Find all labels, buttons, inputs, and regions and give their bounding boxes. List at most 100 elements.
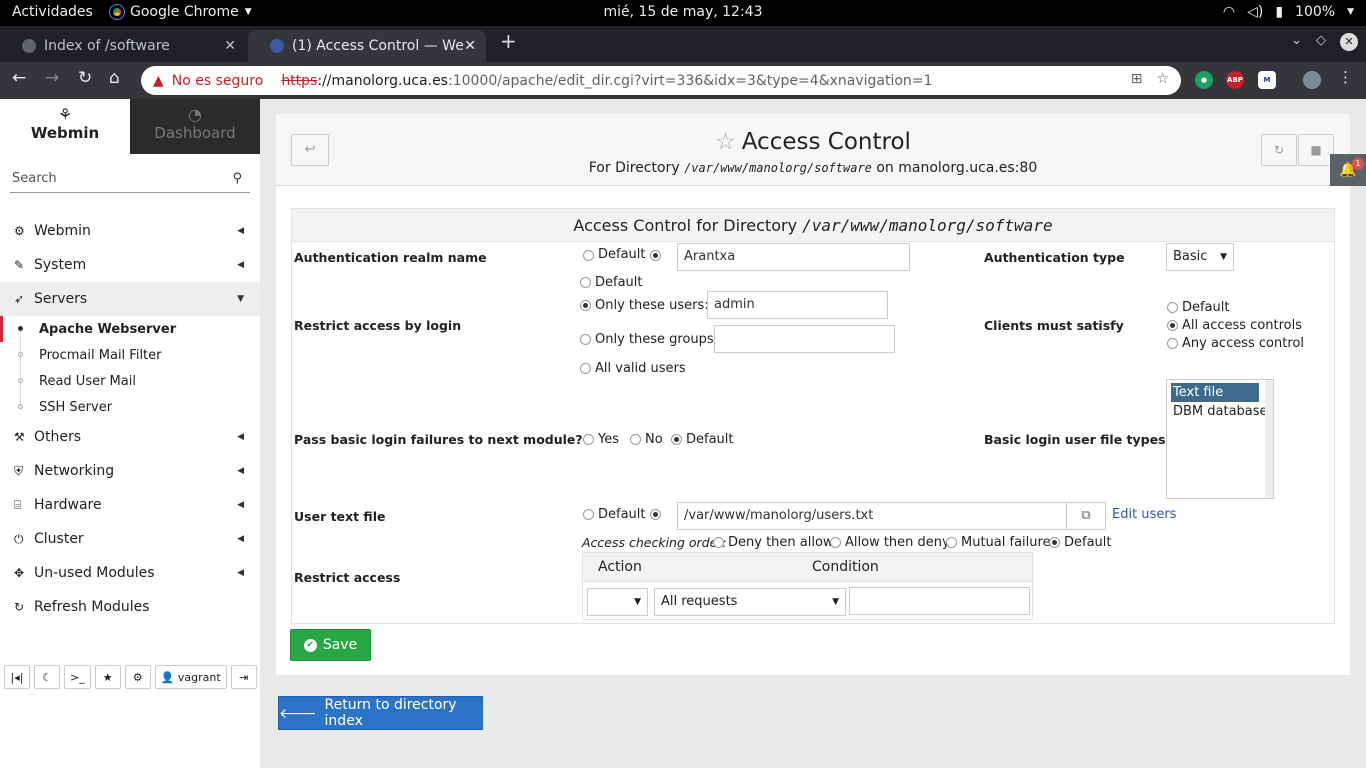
new-tab-button[interactable]: + — [500, 29, 517, 53]
col-condition: Condition — [812, 559, 879, 575]
caret-left-icon: ◀ — [237, 568, 244, 578]
groups-input[interactable] — [714, 325, 895, 353]
app-menu[interactable]: Google Chrome ▼ — [109, 4, 252, 20]
chevron-down-icon: ▼ — [244, 7, 252, 17]
sidebar-subitem-ssh[interactable]: SSH Server — [0, 394, 260, 420]
listbox-scrollbar[interactable] — [1265, 380, 1273, 498]
tab-webmin[interactable]: ⚘ Webmin — [0, 99, 130, 154]
login-default-radio[interactable] — [580, 277, 591, 288]
chevron-down-icon: ▼ — [1347, 7, 1354, 17]
username: vagrant — [177, 670, 221, 684]
reload-icon[interactable]: ↻ — [78, 68, 92, 88]
filetype-option[interactable]: Text file — [1171, 383, 1259, 402]
profile-avatar[interactable] — [1303, 71, 1321, 89]
wrench-icon: ⚒ — [14, 430, 25, 444]
pass-no-radio[interactable] — [630, 434, 641, 445]
translate-icon[interactable]: ⊞ — [1131, 71, 1143, 87]
minimize-icon[interactable]: ◇ — [1316, 33, 1326, 51]
url-path: :10000/apache/edit_dir.cgi?virt=336&idx=… — [447, 72, 933, 89]
order-deny-allow-radio[interactable] — [713, 537, 724, 548]
night-mode-icon[interactable]: ☾ — [34, 665, 60, 689]
favorites-star-icon[interactable]: ★ — [94, 665, 121, 689]
notifications-button[interactable]: 🔔 1 — [1330, 154, 1366, 186]
sidebar-item-servers[interactable]: ➶ Servers ▼ — [0, 282, 260, 316]
square-icon: ■ — [1310, 143, 1322, 157]
realm-input[interactable]: Arantxa — [677, 243, 910, 271]
subtitle-suffix: on manolorg.uca.es:80 — [876, 160, 1038, 176]
login-default-label: Default — [595, 275, 643, 290]
close-icon[interactable]: ✕ — [464, 38, 476, 54]
search-icon[interactable]: ⚲ — [232, 171, 242, 186]
terminal-icon[interactable]: >_ — [64, 665, 91, 689]
satisfy-any-radio[interactable] — [1167, 338, 1178, 349]
collapse-icon[interactable]: |◂| — [4, 665, 30, 689]
pass-default-radio[interactable] — [671, 434, 682, 445]
tab-search-icon[interactable]: ⌄ — [1291, 33, 1302, 51]
satisfy-all-radio[interactable] — [1167, 320, 1178, 331]
file-chooser-button[interactable]: ⧉ — [1066, 502, 1106, 530]
bookmark-star-icon[interactable]: ☆ — [1156, 71, 1169, 87]
sidebar-item-hardware[interactable]: ⌸ Hardware ◀ — [0, 488, 260, 522]
sidebar-item-networking[interactable]: ⛨ Networking ◀ — [0, 454, 260, 488]
filetype-option[interactable]: DBM database — [1169, 402, 1273, 421]
search-input[interactable]: Search ⚲ — [10, 171, 250, 193]
sidebar-item-webmin[interactable]: ⚙ Webmin ◀ — [0, 214, 260, 248]
userfile-input[interactable]: /var/www/manolorg/users.txt — [677, 502, 1067, 530]
sidebar-item-others[interactable]: ⚒ Others ◀ — [0, 420, 260, 454]
sidebar-subitem-apache[interactable]: Apache Webserver — [0, 316, 260, 342]
close-window-icon[interactable]: ✕ — [1340, 33, 1358, 51]
tab-access-control[interactable]: (1) Access Control — Web ✕ — [248, 30, 486, 62]
activities-button[interactable]: Actividades — [12, 4, 93, 20]
condition-input[interactable] — [849, 587, 1030, 615]
adblock-icon[interactable]: ABP — [1226, 71, 1244, 89]
action-select[interactable]: ▼ — [587, 588, 648, 616]
return-to-index-button[interactable]: 🡐 Return to directory index — [278, 696, 483, 730]
favorite-star-icon[interactable]: ☆ — [715, 129, 736, 155]
user-button[interactable]: 👤 vagrant — [154, 665, 227, 689]
sidebar-item-refresh-modules[interactable]: ↻ Refresh Modules — [0, 590, 260, 624]
home-icon[interactable]: ⌂ — [109, 68, 120, 88]
condition-select[interactable]: All requests ▼ — [654, 588, 846, 616]
edit-users-link[interactable]: Edit users — [1112, 507, 1176, 522]
stop-button[interactable]: ■ — [1298, 134, 1334, 166]
refresh-button[interactable]: ↻ — [1261, 134, 1297, 166]
sidebar-item-system[interactable]: ✎ System ◀ — [0, 248, 260, 282]
forward-arrow-icon[interactable]: → — [45, 68, 59, 88]
only-users-radio[interactable] — [580, 300, 591, 311]
order-allow-deny-radio[interactable] — [830, 537, 841, 548]
extension-m-icon[interactable]: M — [1258, 71, 1276, 89]
authtype-label: Authentication type — [984, 250, 1125, 265]
realm-custom-radio[interactable] — [650, 250, 661, 261]
satisfy-default-radio[interactable] — [1167, 302, 1178, 313]
userfile-custom-radio[interactable] — [650, 509, 661, 520]
close-icon[interactable]: ✕ — [224, 38, 236, 54]
filetypes-listbox[interactable]: Text file DBM database — [1166, 379, 1274, 499]
only-groups-radio[interactable] — [580, 334, 591, 345]
settings-cogs-icon[interactable]: ⚙ — [124, 665, 151, 689]
sidebar-item-unused-modules[interactable]: ✥ Un-used Modules ◀ — [0, 556, 260, 590]
system-tray[interactable]: ◠ ◁) ▮ 100% ▼ — [1223, 4, 1354, 20]
authtype-select[interactable]: Basic ▼ — [1166, 243, 1234, 271]
save-label: Save — [322, 637, 358, 653]
back-arrow-icon[interactable]: ← — [12, 68, 26, 88]
tab-dashboard[interactable]: ◔ Dashboard — [130, 99, 260, 154]
tab-index-software[interactable]: Index of /software ✕ — [0, 30, 246, 62]
caret-left-icon: ◀ — [237, 466, 244, 476]
order-default-radio[interactable] — [1049, 537, 1060, 548]
logout-icon[interactable]: ⇥ — [230, 665, 257, 689]
sidebar-subitem-label: Procmail Mail Filter — [39, 347, 162, 363]
all-valid-radio[interactable] — [580, 363, 591, 374]
realm-default-radio[interactable] — [583, 250, 594, 261]
save-button[interactable]: ✔ Save — [290, 629, 371, 661]
extension-green-icon[interactable]: ● — [1195, 71, 1213, 89]
address-bar[interactable]: ▲ No es seguro https://manolorg.uca.es:1… — [141, 66, 1181, 95]
kebab-menu-icon[interactable]: ⋮ — [1338, 68, 1353, 86]
userfile-default-radio[interactable] — [583, 509, 594, 520]
sidebar-item-cluster[interactable]: ⏻ Cluster ◀ — [0, 522, 260, 556]
order-mutual-radio[interactable] — [946, 537, 957, 548]
pass-yes-radio[interactable] — [583, 434, 594, 445]
sidebar-subitem-read-user-mail[interactable]: Read User Mail — [0, 368, 260, 394]
sidebar-subitem-procmail[interactable]: Procmail Mail Filter — [0, 342, 260, 368]
users-input[interactable]: admin — [707, 291, 888, 319]
search-placeholder: Search — [12, 171, 57, 186]
